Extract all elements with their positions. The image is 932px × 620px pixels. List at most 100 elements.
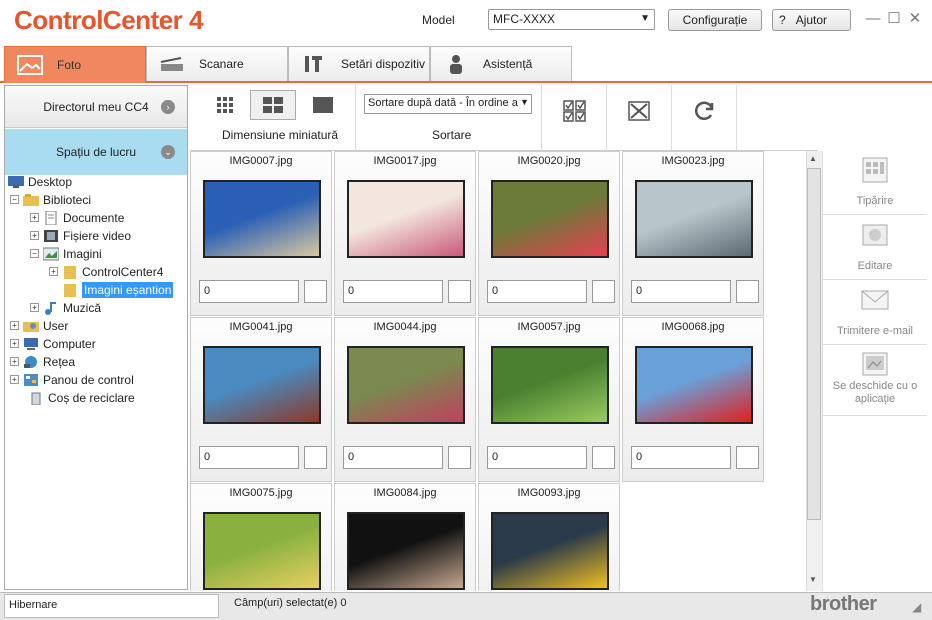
thumbnail-card[interactable]: IMG0017.jpg 0 <box>334 151 476 316</box>
maximize-icon[interactable]: ☐ <box>885 10 903 28</box>
expand-icon[interactable]: + <box>10 339 19 348</box>
thumbnail-card[interactable]: IMG0084.jpg0 <box>334 483 476 591</box>
thumbnail-image[interactable] <box>203 512 321 590</box>
thumbnail-card[interactable]: IMG0020.jpg 0 <box>478 151 620 316</box>
tab-device-settings[interactable]: Setări dispozitiv <box>288 46 430 81</box>
tree-label: ControlCenter4 <box>82 264 164 279</box>
thumbnail-image[interactable] <box>635 346 753 424</box>
refresh-button[interactable] <box>681 96 727 126</box>
tree-item-controlcenter4[interactable]: + ControlCenter4 <box>49 263 163 280</box>
collapse-icon[interactable]: − <box>10 195 19 204</box>
thumbnail-filename: IMG0007.jpg <box>229 155 293 167</box>
expand-icon[interactable]: + <box>10 321 19 330</box>
send-email-button[interactable]: Trimitere e-mail <box>823 281 927 345</box>
select-checkbox[interactable] <box>304 446 327 469</box>
expand-icon[interactable]: + <box>49 267 58 276</box>
thumbnail-card[interactable]: IMG0044.jpg 0 <box>334 317 476 482</box>
tree-item-user[interactable]: + User <box>10 317 68 334</box>
thumbnail-card[interactable]: IMG0041.jpg 0 <box>190 317 332 482</box>
tree-item-computer[interactable]: + Computer <box>10 335 96 352</box>
print-quantity-field[interactable]: 0 <box>343 446 443 469</box>
scroll-down-icon[interactable]: ▼ <box>809 575 817 584</box>
thumbnail-card[interactable]: IMG0023.jpg 0 <box>622 151 764 316</box>
edit-button[interactable]: Editare <box>823 216 927 280</box>
tree-item-music[interactable]: + Muzică <box>30 299 101 316</box>
expand-icon[interactable]: + <box>10 357 19 366</box>
tree-item-recycle-bin[interactable]: Coș de reciclare <box>28 389 135 406</box>
thumbnail-image[interactable] <box>347 512 465 590</box>
print-quantity-field[interactable]: 0 <box>343 280 443 303</box>
print-quantity-field[interactable]: 0 <box>631 446 731 469</box>
scroll-thumb[interactable] <box>807 168 821 520</box>
thumbnail-filename: IMG0084.jpg <box>373 487 437 499</box>
tab-scan[interactable]: Scanare <box>146 46 288 81</box>
collapse-icon[interactable]: − <box>30 249 39 258</box>
print-button[interactable]: Tipărire <box>823 151 927 215</box>
music-icon <box>45 301 56 315</box>
tree-item-libraries[interactable]: − Biblioteci <box>10 191 91 208</box>
expand-icon[interactable]: + <box>30 231 39 240</box>
print-quantity-field[interactable]: 0 <box>487 280 587 303</box>
clear-selection-button[interactable] <box>616 96 662 126</box>
expand-icon[interactable]: + <box>30 303 39 312</box>
thumbnail-image[interactable] <box>203 180 321 258</box>
thumbnail-image[interactable] <box>491 180 609 258</box>
thumbnail-image[interactable] <box>635 180 753 258</box>
network-icon <box>24 355 37 368</box>
select-checkbox[interactable] <box>592 280 615 303</box>
medium-thumbnail-button[interactable] <box>250 90 296 120</box>
large-thumbnail-button[interactable] <box>300 90 346 120</box>
pictures-icon <box>43 247 59 260</box>
thumbnail-image[interactable] <box>347 180 465 258</box>
select-checkbox[interactable] <box>448 280 471 303</box>
select-all-button[interactable] <box>552 96 598 126</box>
tree-item-documents[interactable]: + Documente <box>30 209 124 226</box>
thumbnail-card[interactable]: IMG0075.jpg0 <box>190 483 332 591</box>
select-checkbox[interactable] <box>736 280 759 303</box>
print-quantity-field[interactable]: 0 <box>199 280 299 303</box>
sort-label: Sortare <box>432 128 472 142</box>
small-thumbnail-button[interactable] <box>202 90 248 120</box>
tree-item-desktop[interactable]: Desktop <box>8 173 72 190</box>
workspace-button[interactable]: Spațiu de lucru ⌄ <box>5 129 187 175</box>
sort-select[interactable]: Sortare după dată - În ordine a <box>364 94 532 114</box>
print-quantity-field[interactable]: 0 <box>487 446 587 469</box>
tree-item-control-panel[interactable]: + Panou de control <box>10 371 134 388</box>
tab-photo[interactable]: Foto <box>4 46 146 83</box>
open-with-app-button[interactable]: Se deschide cu o aplicație <box>823 346 927 416</box>
control-panel-icon <box>24 373 38 386</box>
tab-support[interactable]: Asistență <box>430 46 572 81</box>
my-cc4-directory-button[interactable]: Directorul meu CC4 › <box>5 86 187 128</box>
select-checkbox[interactable] <box>304 280 327 303</box>
thumbnail-card[interactable]: IMG0057.jpg 0 <box>478 317 620 482</box>
close-icon[interactable]: ✕ <box>906 10 924 28</box>
tree-item-sample-pictures[interactable]: Imagini eșantion <box>62 281 174 298</box>
thumbnail-image[interactable] <box>491 512 609 590</box>
minimize-icon[interactable]: — <box>864 10 882 28</box>
thumbnail-image[interactable] <box>491 346 609 424</box>
scroll-up-icon[interactable]: ▲ <box>809 154 817 163</box>
thumbnail-card[interactable]: IMG0068.jpg 0 <box>622 317 764 482</box>
thumbnail-image[interactable] <box>347 346 465 424</box>
open-app-icon <box>862 352 888 376</box>
document-icon <box>45 210 57 225</box>
select-checkbox[interactable] <box>592 446 615 469</box>
expand-icon[interactable]: + <box>10 375 19 384</box>
model-label: Model <box>422 13 455 27</box>
expand-icon[interactable]: + <box>30 213 39 222</box>
print-quantity-field[interactable]: 0 <box>631 280 731 303</box>
thumbnail-image[interactable] <box>203 346 321 424</box>
print-quantity-field[interactable]: 0 <box>199 446 299 469</box>
help-button[interactable]: ? Ajutor <box>772 9 851 31</box>
model-select[interactable]: MFC-XXXX ▼ <box>488 9 655 30</box>
tree-item-pictures[interactable]: − Imagini <box>30 245 102 262</box>
select-checkbox[interactable] <box>736 446 759 469</box>
tree-item-videos[interactable]: + Fișiere video <box>30 227 131 244</box>
select-checkbox[interactable] <box>448 446 471 469</box>
thumbnail-card[interactable]: IMG0007.jpg 0 <box>190 151 332 316</box>
thumbnail-card[interactable]: IMG0093.jpg0 <box>478 483 620 591</box>
configuration-button[interactable]: Configurație <box>668 9 762 31</box>
toolbar-divider <box>671 85 672 151</box>
resize-grip-icon[interactable]: ◢ <box>912 600 921 614</box>
tree-item-network[interactable]: + Rețea <box>10 353 75 370</box>
